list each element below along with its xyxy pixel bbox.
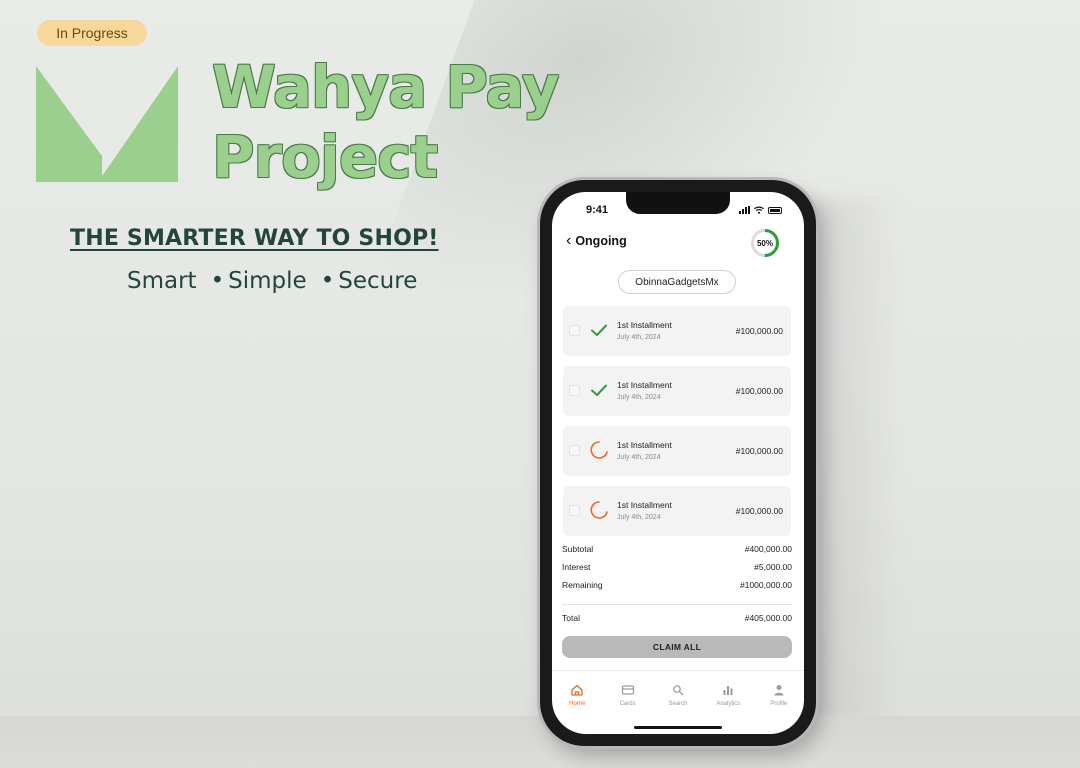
installment-list: 1st Installment July 4th, 2024 #100,000.00… — [563, 306, 791, 546]
installment-date: July 4th, 2024 — [617, 394, 661, 401]
installment-row[interactable]: 1st Installment July 4th, 2024 #100,000.00 — [563, 366, 791, 416]
installment-checkbox[interactable] — [569, 325, 580, 336]
back-chevron-icon[interactable]: ‹ — [566, 232, 571, 250]
signal-icon — [739, 206, 750, 214]
installment-date: July 4th, 2024 — [617, 334, 661, 341]
installment-row[interactable]: 1st Installment July 4th, 2024 #100,000.00 — [563, 426, 791, 476]
title-line-1: Wahya Pay — [212, 53, 560, 121]
installment-checkbox[interactable] — [569, 385, 580, 396]
tab-profile[interactable]: Profile — [757, 683, 801, 734]
summary-divider — [562, 604, 792, 605]
installment-row[interactable]: 1st Installment July 4th, 2024 #100,000.00 — [563, 306, 791, 356]
summary: Subtotal #400,000.00 Interest #5,000.00 Re… — [562, 544, 792, 631]
installment-name: 1st Installment — [617, 500, 672, 510]
search-icon — [673, 685, 684, 696]
installment-checkbox[interactable] — [569, 505, 580, 516]
phone-notch — [626, 192, 730, 214]
battery-icon — [768, 206, 782, 214]
summary-row-interest: Interest #5,000.00 — [562, 562, 792, 572]
status-icons — [739, 206, 782, 214]
installment-name: 1st Installment — [617, 320, 672, 330]
screen-header: ‹ Ongoing — [566, 232, 627, 250]
installment-row[interactable]: 1st Installment July 4th, 2024 #100,000.00 — [563, 486, 791, 536]
summary-row-subtotal: Subtotal #400,000.00 — [562, 544, 792, 554]
wifi-icon — [754, 206, 764, 214]
claim-all-button[interactable]: CLAIM ALL — [562, 636, 792, 658]
installment-amount: #100,000.00 — [735, 326, 783, 336]
tab-home[interactable]: Home — [555, 683, 599, 734]
pending-spinner-icon — [590, 441, 608, 459]
installment-amount: #100,000.00 — [735, 386, 783, 396]
pillars: Smart • Simple • Secure — [127, 268, 417, 294]
summary-row-remaining: Remaining #1000,000.00 — [562, 580, 792, 590]
analytics-icon — [723, 686, 733, 695]
home-indicator — [634, 726, 722, 729]
screen-title: Ongoing — [575, 234, 627, 248]
installment-checkbox[interactable] — [569, 445, 580, 456]
status-time: 9:41 — [586, 204, 609, 216]
phone-screen: 9:41 ‹ Ongoing 50% ObinnaGadgetsMx 1st I… — [552, 192, 804, 734]
summary-row-total: Total #405,000.00 — [562, 613, 792, 623]
check-icon — [591, 324, 607, 336]
status-badge: In Progress — [37, 20, 147, 46]
pending-spinner-icon — [590, 501, 608, 519]
home-icon — [571, 684, 583, 696]
floor — [0, 716, 1080, 768]
installment-amount: #100,000.00 — [735, 506, 783, 516]
pillar-smart: Smart — [127, 268, 197, 294]
installment-date: July 4th, 2024 — [617, 454, 661, 461]
title-line-2: Project — [212, 123, 438, 191]
pillar-simple: • Simple — [210, 268, 307, 294]
pillar-secure: • Secure — [320, 268, 418, 294]
card-icon — [621, 685, 634, 695]
merchant-chip[interactable]: ObinnaGadgetsMx — [618, 270, 736, 294]
installment-name: 1st Installment — [617, 440, 672, 450]
brand-logo-icon — [36, 66, 178, 182]
installment-name: 1st Installment — [617, 380, 672, 390]
tab-bar: Home Cards Search Analytics Profile — [552, 670, 804, 734]
installment-date: July 4th, 2024 — [617, 514, 661, 521]
page-title: Wahya Pay Project — [212, 52, 560, 192]
profile-icon — [774, 685, 784, 696]
installment-amount: #100,000.00 — [735, 446, 783, 456]
phone-mockup: 9:41 ‹ Ongoing 50% ObinnaGadgetsMx 1st I… — [540, 180, 816, 746]
progress-ring: 50% — [751, 229, 779, 257]
tagline: THE SMARTER WAY TO SHOP! — [70, 226, 439, 251]
progress-label: 50% — [757, 239, 773, 248]
check-icon — [591, 384, 607, 396]
